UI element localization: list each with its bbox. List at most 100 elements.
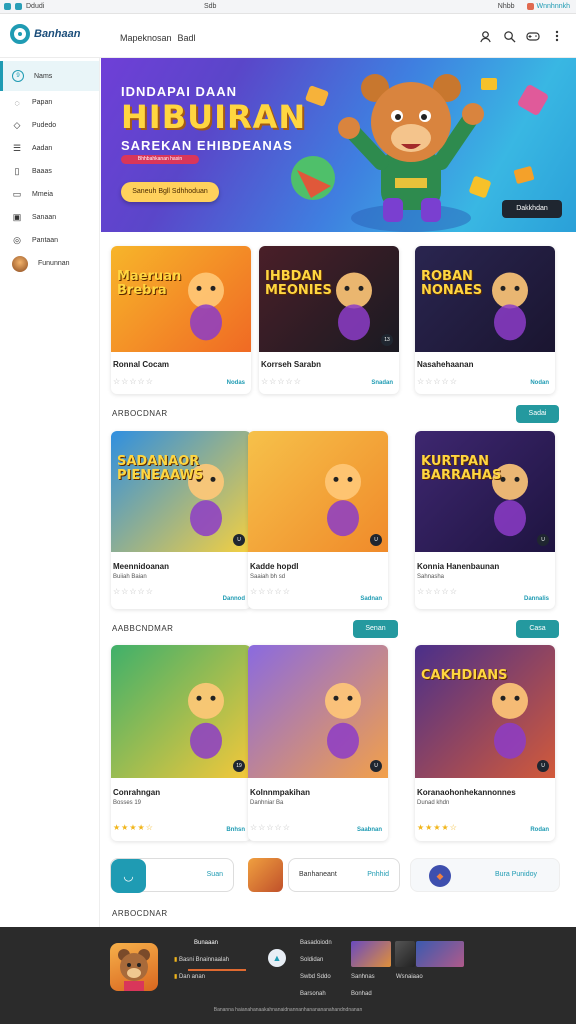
game-title[interactable]: Koranaohonhekannonnes — [417, 788, 516, 797]
globe-icon: ◎ — [13, 235, 21, 245]
shortcut-link-2[interactable]: Pnhhid — [367, 871, 389, 878]
game-card[interactable]: U Kadde hopdl Saaiah bh sd ☆☆☆☆☆ Sadnan — [248, 431, 388, 609]
game-link[interactable]: Bnhsn — [226, 827, 245, 833]
sidebar-item-label: Nams — [34, 72, 53, 80]
hero-subtitle: SAREKAN EHIBDEANAS — [121, 138, 293, 153]
search-icon[interactable] — [502, 29, 516, 43]
sidebar-item-label: Baaas — [32, 168, 52, 175]
sidebar-item-home[interactable]: 9 Nams — [0, 61, 99, 91]
image-icon: ▣ — [12, 212, 22, 222]
age-badge: 13 — [381, 334, 393, 346]
hero-banner[interactable]: IDNDAPAI DAAN HIBUIRAN SAREKAN EHIBDEANA… — [101, 58, 576, 232]
footer-nav-icon[interactable]: ▲ — [268, 949, 286, 967]
sidebar-item-6[interactable]: ▭ Mmeia — [0, 183, 99, 206]
star-rating: ☆☆☆☆☆ — [113, 377, 154, 386]
sidebar-item-label: Papan — [32, 99, 53, 106]
game-thumbnail[interactable]: Maeruan Brebra — [111, 246, 251, 352]
game-thumbnail[interactable]: U — [248, 645, 388, 778]
game-thumbnail[interactable]: SADANAOR PIENEAAWS U — [111, 431, 251, 552]
game-link[interactable]: Dannod — [223, 596, 245, 602]
game-thumbnail-title: KURTPAN BARRAHAS — [421, 454, 502, 483]
game-card[interactable]: CAKHDIANS U Koranaohonhekannonnes Dunad khd… — [415, 645, 555, 841]
section-1-button[interactable]: Sadai — [516, 405, 559, 423]
header-nav: Mapeknosan Badl — [120, 33, 196, 43]
app-icon — [4, 3, 11, 10]
game-card[interactable]: KURTPAN BARRAHAS U Konnia Hanenbaunan Sahna… — [415, 431, 555, 609]
sidebar-item-8[interactable]: ◎ Pantaan — [0, 229, 99, 252]
game-link[interactable]: Rodan — [530, 827, 549, 833]
user-icon[interactable] — [478, 29, 492, 43]
sidebar-item-4[interactable]: ☰ Aadan — [0, 137, 99, 160]
sidebar-item-7[interactable]: ▣ Sanaan — [0, 206, 99, 229]
footer-link[interactable]: Barsonah — [300, 986, 332, 1003]
game-title[interactable]: Kolnnmpakihan — [250, 788, 310, 797]
nav-link-2[interactable]: Badl — [178, 33, 196, 43]
footer-link[interactable]: Wsnaiaao — [396, 969, 423, 986]
age-badge: U — [370, 534, 382, 546]
shield-icon: ◡ — [111, 859, 146, 893]
shortcut-pill-3[interactable]: ◆ Bura Punidoy — [410, 858, 560, 892]
shortcut-label-3: Bura Punidoy — [494, 871, 537, 878]
game-card[interactable]: Maeruan Brebra Ronnal Cocam ☆☆☆☆☆ Nodas — [111, 246, 251, 394]
game-link[interactable]: Nodas — [227, 380, 245, 386]
game-thumbnail[interactable]: KURTPAN BARRAHAS U — [415, 431, 555, 552]
sidebar-item-2[interactable]: ◌ Papan — [0, 91, 99, 114]
game-thumbnail[interactable]: U — [248, 431, 388, 552]
game-title[interactable]: Meennidoanan — [113, 562, 169, 571]
section-2-button-1[interactable]: Senan — [353, 620, 398, 638]
game-card[interactable]: ROBAN NONAES Nasahehaanan ☆☆☆☆☆ Nodan — [415, 246, 555, 394]
footer-link[interactable]: ▮ Basni Bnainnaalah — [174, 952, 229, 969]
hero-secondary-button[interactable]: Dakkhdan — [502, 200, 562, 218]
footer-link[interactable]: Soldidan — [300, 952, 332, 969]
game-thumbnail-title: ROBAN NONAES — [421, 269, 483, 298]
game-thumbnail[interactable]: 19 — [111, 645, 251, 778]
footer-link[interactable]: Swbd Sddo — [300, 969, 332, 986]
game-icon: ◆ — [429, 865, 451, 887]
gamepad-icon[interactable] — [526, 29, 540, 43]
game-thumbnail-title: Maeruan Brebra — [117, 269, 182, 298]
nav-link-1[interactable]: Mapeknosan — [120, 33, 172, 43]
sidebar-item-3[interactable]: ◇ Pudedo — [0, 114, 99, 137]
footer-link[interactable]: Basadoiodn — [300, 935, 332, 952]
footer-thumbnail-3[interactable] — [416, 941, 464, 967]
game-thumbnail[interactable]: IHBDAN MEONIES 13 — [259, 246, 399, 352]
game-link[interactable]: Snadan — [371, 380, 393, 386]
game-link[interactable]: Dannalis — [524, 596, 549, 602]
hero-cta-button[interactable]: Saneuh Bgll Sdhhoduan — [121, 182, 219, 202]
footer-thumbnail-2[interactable] — [395, 941, 415, 967]
logo[interactable]: Banhaan — [10, 24, 80, 44]
footer-link[interactable]: Bonhad — [351, 986, 375, 1003]
hero-small-title: IDNDAPAI DAAN — [121, 84, 238, 99]
game-link[interactable]: Saabnan — [357, 827, 382, 833]
section-2-button-2[interactable]: Casa — [516, 620, 559, 638]
logo-text: Banhaan — [34, 28, 81, 40]
footer-thumbnail-1[interactable] — [351, 941, 391, 967]
more-icon[interactable] — [550, 29, 564, 43]
logo-icon — [10, 24, 30, 44]
game-title[interactable]: Ronnal Cocam — [113, 360, 169, 369]
footer-link[interactable]: ▮ Dan anan — [174, 969, 229, 986]
chat-icon: ◌ — [14, 97, 20, 108]
shortcut-pill-1[interactable]: ◡ Suan — [110, 858, 234, 893]
sidebar-item-label: Pudedo — [32, 122, 57, 129]
game-card[interactable]: 19 Conrahngan Bosses 19 ★★★★☆ Bnhsn — [111, 645, 251, 841]
game-card[interactable]: U Kolnnmpakihan Danhniar Ba ☆☆☆☆☆ Saabnan — [248, 645, 388, 841]
game-link[interactable]: Sadnan — [360, 596, 382, 602]
sidebar-item-profile[interactable]: Fununnan — [0, 252, 99, 275]
game-title[interactable]: Korrseh Sarabn — [261, 360, 321, 369]
sidebar-item-5[interactable]: ▯ Baaas — [0, 160, 99, 183]
game-link[interactable]: Nodan — [530, 380, 549, 386]
game-card[interactable]: SADANAOR PIENEAAWS U Meennidoanan Buiiah Ba… — [111, 431, 251, 609]
footer-link[interactable]: Sanhnas — [351, 969, 375, 986]
game-title[interactable]: Nasahehaanan — [417, 360, 473, 369]
document-icon: ▯ — [14, 166, 20, 176]
game-card[interactable]: IHBDAN MEONIES 13 Korrseh Sarabn ☆☆☆☆☆ Snada… — [259, 246, 399, 394]
game-thumbnail[interactable]: ROBAN NONAES — [415, 246, 555, 352]
shortcut-pill-2[interactable]: Banhaneant Pnhhid — [248, 858, 400, 892]
game-thumbnail-title: CAKHDIANS — [421, 668, 508, 683]
game-title[interactable]: Konnia Hanenbaunan — [417, 562, 499, 571]
game-title[interactable]: Conrahngan — [113, 788, 160, 797]
sidebar: 9 Nams ◌ Papan ◇ Pudedo ☰ Aadan ▯ Baaas ▭ Mmei… — [0, 58, 100, 928]
game-title[interactable]: Kadde hopdl — [250, 562, 298, 571]
game-thumbnail[interactable]: CAKHDIANS U — [415, 645, 555, 778]
